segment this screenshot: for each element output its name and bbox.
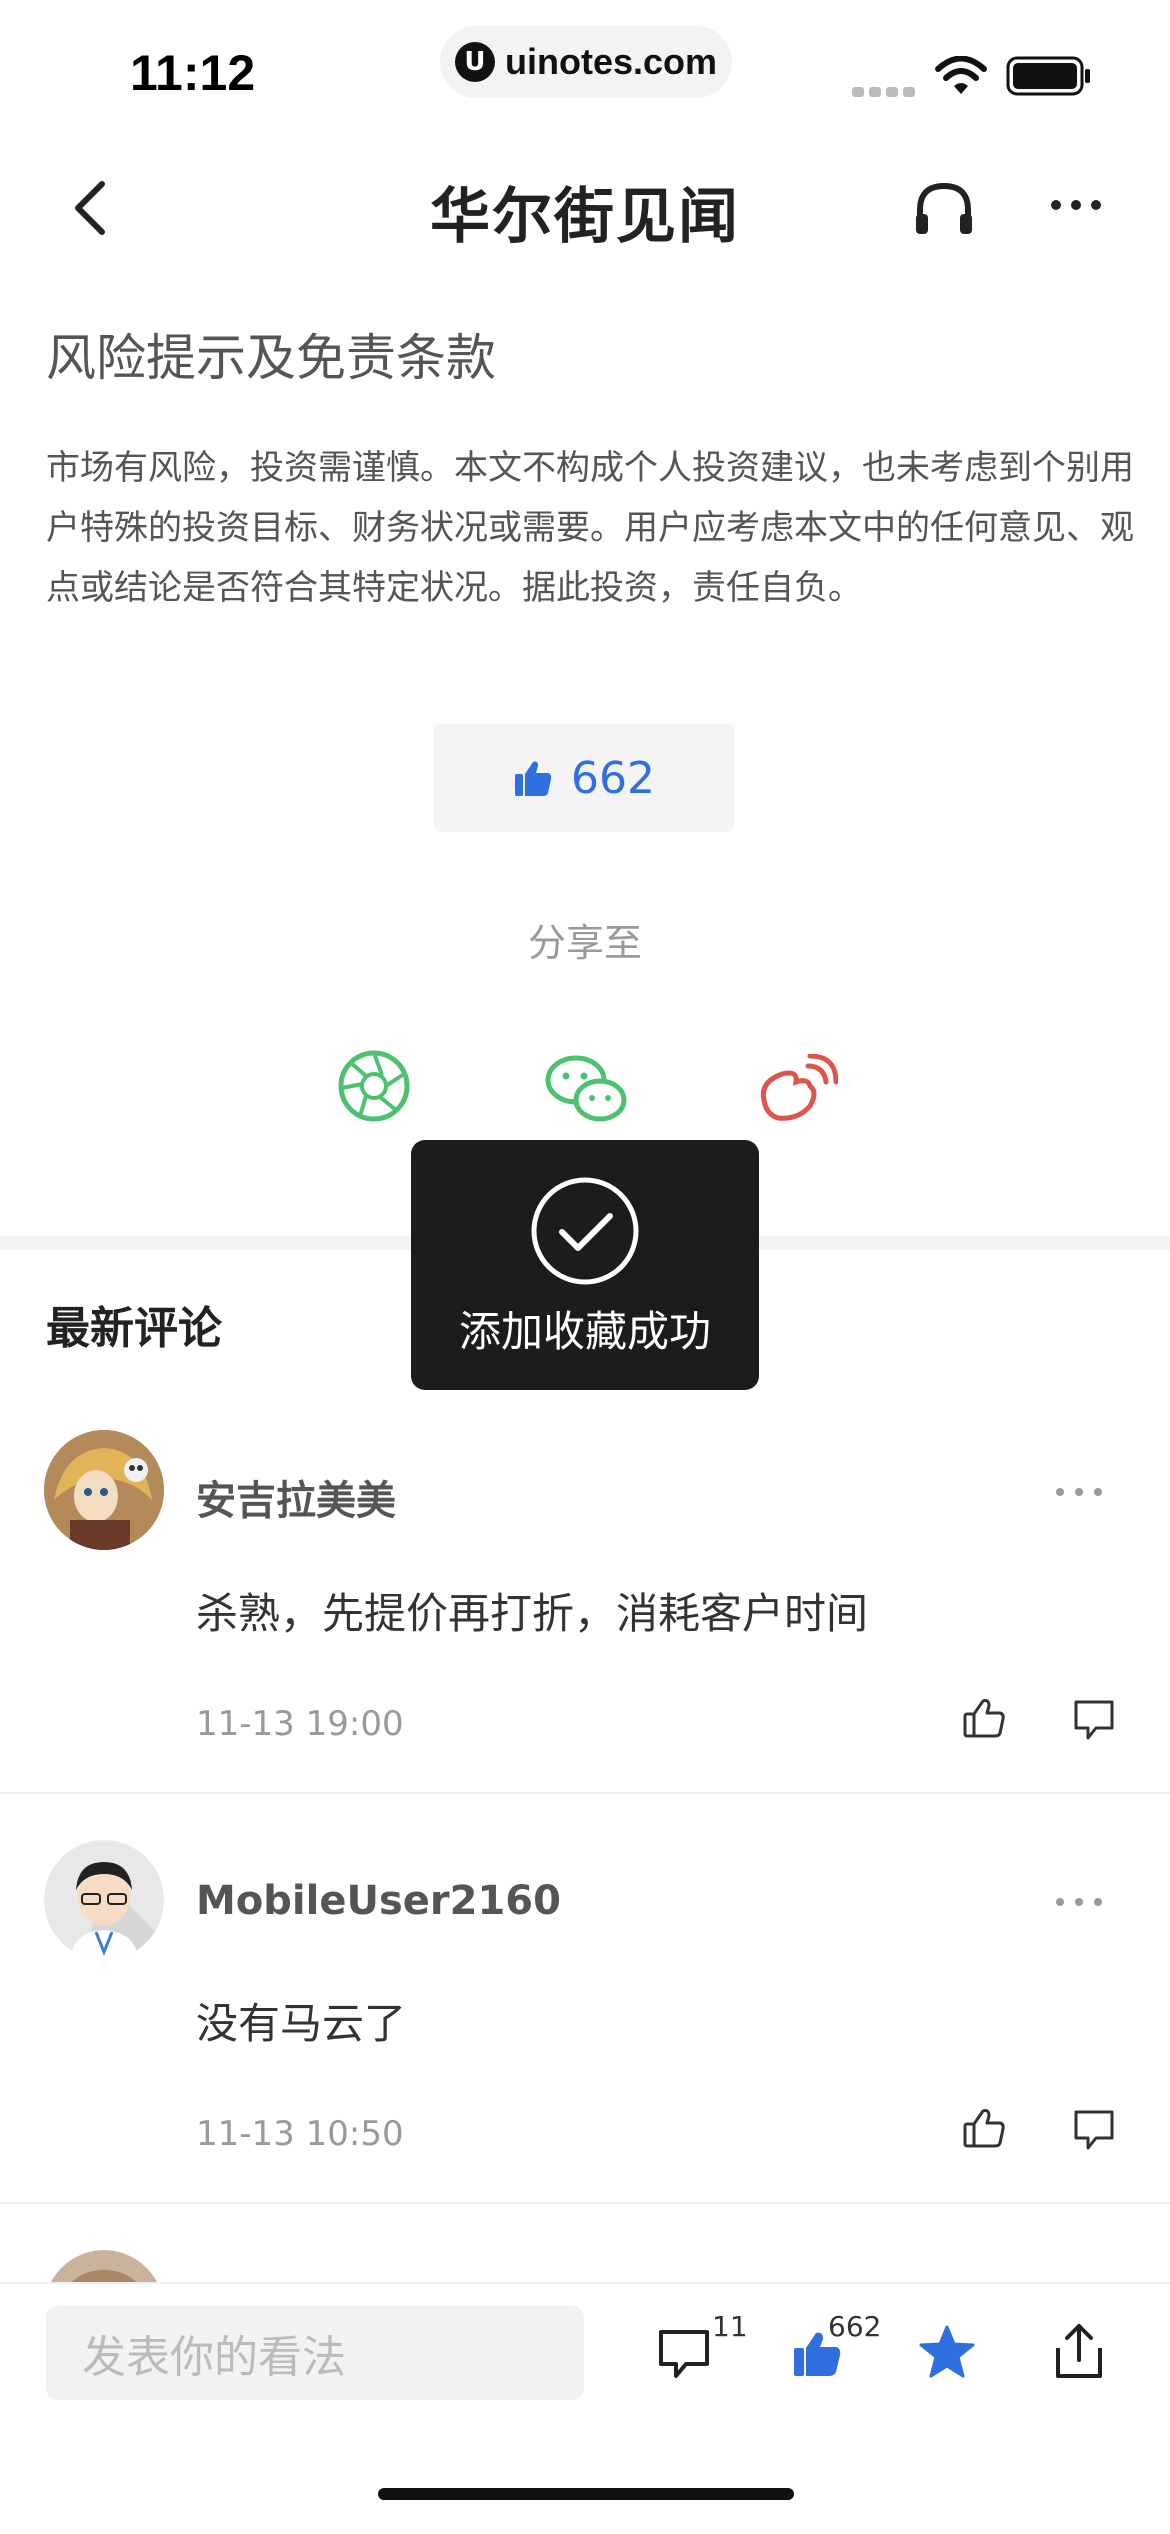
comment-reply-button[interactable] bbox=[1072, 1698, 1116, 1746]
star-filled-icon bbox=[919, 2325, 975, 2378]
more-dots-icon bbox=[1056, 1898, 1102, 1906]
comment-divider bbox=[0, 1792, 1170, 1794]
home-indicator bbox=[378, 2488, 794, 2500]
toast-text: 添加收藏成功 bbox=[458, 1307, 711, 1356]
comment-bubble-icon bbox=[1074, 2110, 1114, 2150]
weibo-icon bbox=[760, 1054, 838, 1121]
avatar[interactable] bbox=[44, 1840, 164, 1960]
comment-username[interactable]: 安吉拉美美 bbox=[196, 1468, 396, 1526]
battery-icon bbox=[1006, 56, 1092, 100]
moments-aperture-icon bbox=[338, 1050, 410, 1122]
share-moments-button[interactable] bbox=[334, 1046, 414, 1126]
toast-success: 添加收藏成功 bbox=[411, 1140, 759, 1390]
comment-divider bbox=[0, 2202, 1170, 2204]
comment-username[interactable]: MobileUser2160 bbox=[196, 1878, 561, 1924]
comment-text: 没有马云了 bbox=[196, 1999, 407, 2048]
comments-title: 最新评论 bbox=[46, 1303, 222, 1354]
comment-more-button[interactable] bbox=[1054, 1876, 1104, 1922]
comment-input[interactable]: 发表你的看法 bbox=[46, 2306, 584, 2400]
more-dots-icon bbox=[1051, 200, 1101, 210]
favorite-button[interactable] bbox=[918, 2324, 976, 2384]
share-label: 分享至 bbox=[527, 921, 642, 965]
comment-text: 杀熟，先提价再打折，消耗客户时间 bbox=[196, 1589, 869, 1638]
cellular-signal-icon bbox=[852, 84, 916, 103]
comments-button[interactable] bbox=[656, 2326, 712, 2386]
wechat-icon bbox=[545, 1055, 627, 1122]
url-text: uinotes.com bbox=[504, 41, 718, 82]
thumbs-up-outline-icon bbox=[963, 1699, 1005, 1738]
status-time: 11:12 bbox=[130, 45, 256, 101]
disclaimer-title: 风险提示及免责条款 bbox=[46, 329, 496, 387]
page-title: 华尔街见闻 bbox=[430, 182, 740, 252]
comment-reply-button[interactable] bbox=[1072, 2108, 1116, 2156]
checkmark-circle-icon bbox=[531, 1177, 639, 1285]
more-button[interactable] bbox=[1048, 190, 1104, 220]
comment-bubble-icon bbox=[1074, 1700, 1114, 1740]
comment-time: 11-13 10:50 bbox=[196, 2114, 404, 2154]
comment-bubble-icon bbox=[659, 2330, 709, 2378]
comment-like-button[interactable] bbox=[962, 2106, 1006, 2154]
share-button[interactable] bbox=[1052, 2320, 1106, 2384]
share-upload-icon bbox=[1056, 2324, 1102, 2378]
avatar[interactable] bbox=[44, 1430, 164, 1550]
audio-button[interactable] bbox=[912, 178, 976, 238]
like-count: 662 bbox=[571, 752, 655, 804]
url-pill[interactable]: U uinotes.com bbox=[440, 26, 732, 98]
more-dots-icon bbox=[1056, 1488, 1102, 1496]
comment-count-badge: 11 bbox=[712, 2310, 748, 2343]
thumbs-up-outline-icon bbox=[963, 2109, 1005, 2148]
disclaimer-body: 市场有风险，投资需谨慎。本文不构成个人投资建议，也未考虑到个别用户特殊的投资目标… bbox=[46, 448, 1134, 608]
site-logo-icon: U bbox=[454, 42, 495, 82]
comment-time: 11-13 19:00 bbox=[196, 1704, 404, 1744]
like-count-badge: 662 bbox=[828, 2310, 882, 2343]
article-like-button[interactable]: 662 bbox=[434, 724, 734, 832]
share-weibo-button[interactable] bbox=[754, 1050, 838, 1130]
share-wechat-button[interactable] bbox=[544, 1050, 630, 1130]
headphones-icon bbox=[916, 182, 972, 234]
comment-like-button[interactable] bbox=[962, 1696, 1006, 1744]
wifi-icon bbox=[934, 55, 988, 100]
thumbs-up-icon bbox=[515, 761, 552, 796]
comment-more-button[interactable] bbox=[1054, 1466, 1104, 1512]
